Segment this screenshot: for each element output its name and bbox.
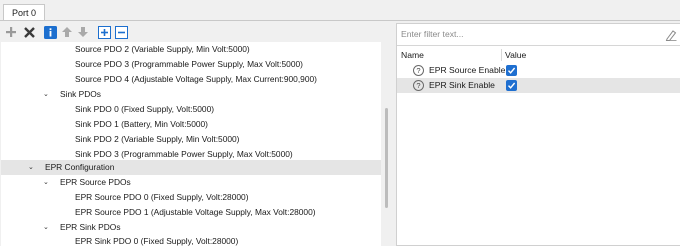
property-grid-header: Name Value [397,48,680,62]
tree-item-epr-sink-pdos[interactable]: ⌄ EPR Sink PDOs [1,220,381,235]
move-down-icon[interactable] [76,25,90,39]
collapse-all-icon[interactable] [114,25,128,39]
property-panel: Enter filter text... Name Value ? EPR So… [396,23,680,246]
tree-item[interactable]: Source PDO 3 (Programmable Power Supply,… [1,57,381,72]
tree-item-sink-pdos[interactable]: ⌄ Sink PDOs [1,87,381,102]
help-icon[interactable]: ? [413,80,424,91]
expand-all-icon[interactable] [97,25,111,39]
pdo-tree[interactable]: Source PDO 2 (Variable Supply, Min Volt:… [1,42,381,246]
tree-item-label: Sink PDOs [60,89,101,99]
remove-icon[interactable] [22,25,36,39]
tree-item-label: EPR Sink PDOs [60,222,121,232]
tree-item[interactable]: EPR Source PDO 0 (Fixed Supply, Volt:280… [1,190,381,205]
filter-input[interactable]: Enter filter text... [397,24,680,46]
epr-sink-enable-checkbox[interactable] [506,80,517,91]
tree-item-label: EPR Configuration [45,162,115,172]
property-name: EPR Source Enable [429,65,506,75]
tree-item-label: Sink PDO 2 (Variable Supply, Min Volt:50… [75,134,240,144]
tree-item-label: EPR Source PDO 1 (Adjustable Voltage Sup… [75,207,316,217]
tree-item[interactable]: Source PDO 4 (Adjustable Voltage Supply,… [1,72,381,87]
tree-scrollbar[interactable] [383,42,391,246]
chevron-down-icon[interactable]: ⌄ [43,175,49,190]
tab-bar: Port 0 [0,0,680,21]
tree-item[interactable]: EPR Sink PDO 0 (Fixed Supply, Volt:28000… [1,234,381,246]
tree-toolbar [0,22,390,42]
add-icon[interactable] [4,25,18,39]
tab-port-0[interactable]: Port 0 [3,4,46,21]
tree-item[interactable]: Source PDO 2 (Variable Supply, Min Volt:… [1,42,381,57]
chevron-down-icon[interactable]: ⌄ [28,160,34,175]
column-divider[interactable] [501,49,502,61]
move-up-icon[interactable] [60,25,74,39]
filter-placeholder: Enter filter text... [401,29,464,39]
tree-item[interactable]: EPR Source PDO 1 (Adjustable Voltage Sup… [1,205,381,220]
tree-item-label: EPR Sink PDO 0 (Fixed Supply, Volt:28000… [75,236,239,246]
chevron-down-icon[interactable]: ⌄ [43,220,49,235]
tree-item-epr-configuration[interactable]: ⌄ EPR Configuration [1,160,381,175]
column-header-name: Name [401,50,424,60]
tree-item-label: Source PDO 4 (Adjustable Voltage Supply,… [75,74,317,84]
tree-item-epr-source-pdos[interactable]: ⌄ EPR Source PDOs [1,175,381,190]
tree-item[interactable]: Sink PDO 2 (Variable Supply, Min Volt:50… [1,132,381,147]
property-row-epr-source-enable[interactable]: ? EPR Source Enable [397,63,680,78]
tree-item-label: Sink PDO 0 (Fixed Supply, Volt:5000) [75,104,215,114]
scrollbar-thumb[interactable] [385,108,388,208]
tree-item-label: EPR Source PDO 0 (Fixed Supply, Volt:280… [75,192,249,202]
info-icon[interactable] [43,25,57,39]
tree-item[interactable]: Sink PDO 1 (Battery, Min Volt:5000) [1,117,381,132]
tree-item-label: Sink PDO 1 (Battery, Min Volt:5000) [75,119,208,129]
clear-filter-icon[interactable] [665,29,677,43]
epr-source-enable-checkbox[interactable] [506,65,517,76]
chevron-down-icon[interactable]: ⌄ [43,87,49,102]
tree-item[interactable]: Sink PDO 0 (Fixed Supply, Volt:5000) [1,102,381,117]
tree-item-label: Source PDO 3 (Programmable Power Supply,… [75,59,303,69]
property-name: EPR Sink Enable [429,80,495,90]
help-icon[interactable]: ? [413,65,424,76]
tree-item-label: EPR Source PDOs [60,177,131,187]
column-header-value: Value [505,50,527,60]
property-row-epr-sink-enable[interactable]: ? EPR Sink Enable [397,78,680,93]
tree-item-label: Source PDO 2 (Variable Supply, Min Volt:… [75,44,250,54]
